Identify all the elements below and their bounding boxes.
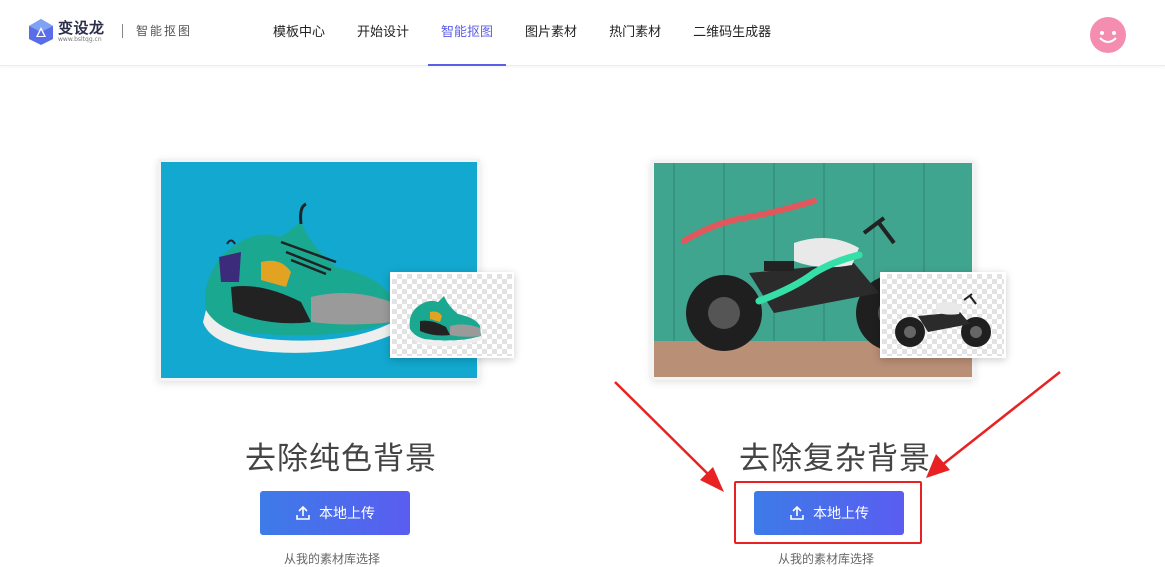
annotation-arrows (614, 371, 1061, 492)
